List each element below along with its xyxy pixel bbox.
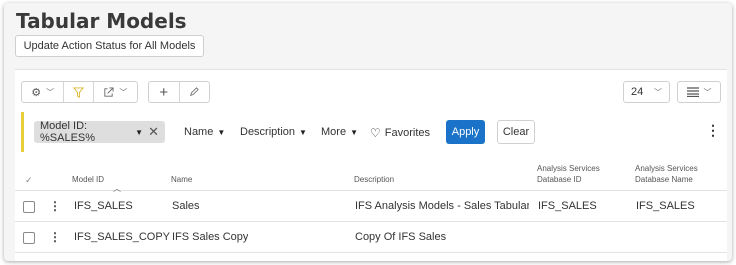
chevron-down-icon: ﹀ bbox=[703, 87, 712, 97]
filter-more-options-icon[interactable]: ⋮ bbox=[706, 122, 720, 139]
toolbar-group-left: ⚙ ﹀ ﹀ bbox=[21, 81, 138, 103]
select-all-check-icon[interactable]: ✓ bbox=[25, 175, 33, 186]
favorites-button[interactable]: ♡ Favorites bbox=[370, 126, 430, 140]
plus-icon: + bbox=[159, 83, 169, 101]
gear-icon: ⚙ bbox=[31, 86, 42, 99]
table-row[interactable]: ⋮ IFS_SALES Sales IFS Analysis Models - … bbox=[15, 192, 727, 222]
cell-db-id: IFS_SALES bbox=[538, 200, 597, 212]
column-header-description[interactable]: Description bbox=[354, 174, 394, 185]
filter-toggle-button[interactable] bbox=[64, 82, 94, 102]
chevron-down-icon: ﹀ bbox=[46, 87, 55, 97]
chevron-down-icon: ﹀ bbox=[654, 87, 662, 97]
update-action-status-button[interactable]: Update Action Status for All Models bbox=[15, 35, 204, 57]
filter-menu-more[interactable]: More ▼ bbox=[321, 126, 358, 138]
caret-down-icon: ▼ bbox=[299, 127, 307, 137]
page-size-select[interactable]: 24 ﹀ bbox=[623, 81, 670, 103]
filter-menu-description[interactable]: Description ▼ bbox=[240, 126, 307, 138]
table-row[interactable]: ⋮ IFS_SALES_COPY IFS Sales Copy Copy Of … bbox=[15, 223, 727, 253]
caret-down-icon: ▼ bbox=[217, 127, 226, 137]
apply-button[interactable]: Apply bbox=[446, 120, 485, 144]
column-header-label: Model ID bbox=[72, 175, 105, 184]
cell-model-id[interactable]: IFS_SALES_COPY bbox=[74, 231, 170, 243]
cell-description: Copy Of IFS Sales bbox=[355, 231, 447, 243]
chevron-down-icon: ﹀ bbox=[119, 87, 128, 97]
heart-icon: ♡ bbox=[370, 126, 381, 140]
add-button[interactable]: + bbox=[149, 82, 180, 102]
column-header-line: Analysis Services bbox=[537, 164, 600, 173]
row-checkbox[interactable] bbox=[23, 232, 35, 244]
view-options-dropdown[interactable]: ﹀ bbox=[677, 81, 721, 103]
page-size-value: 24 bbox=[631, 86, 644, 98]
filter-chip-label: Model ID: %SALES% bbox=[40, 120, 96, 144]
row-menu-icon[interactable]: ⋮ bbox=[49, 230, 61, 244]
clear-button[interactable]: Clear bbox=[497, 120, 535, 144]
toolbar-group-edit: + bbox=[148, 81, 210, 103]
column-header-line: Analysis Services bbox=[635, 164, 698, 173]
page-title: Tabular Models bbox=[16, 9, 187, 33]
filter-menu-label: More bbox=[321, 126, 347, 138]
column-header-db-id[interactable]: Analysis Services Database ID bbox=[537, 163, 600, 185]
funnel-icon bbox=[73, 86, 85, 98]
pencil-icon bbox=[190, 87, 200, 96]
caret-down-icon[interactable]: ▼ bbox=[135, 128, 143, 137]
favorites-label: Favorites bbox=[384, 127, 431, 139]
row-menu-icon[interactable]: ⋮ bbox=[49, 199, 61, 213]
app-frame: Tabular Models Update Action Status for … bbox=[4, 3, 732, 261]
edit-button[interactable] bbox=[180, 82, 210, 102]
filter-menu-label: Description bbox=[240, 126, 296, 138]
caret-down-icon: ▼ bbox=[350, 127, 358, 137]
cell-db-name: IFS_SALES bbox=[636, 200, 695, 212]
column-header-model-id[interactable]: Model ID ︿ bbox=[72, 174, 121, 193]
filter-menu-name[interactable]: Name ▼ bbox=[184, 126, 225, 138]
cell-name: IFS Sales Copy bbox=[172, 231, 249, 243]
cell-description: IFS Analysis Models - Sales Tabular Mod bbox=[355, 200, 529, 212]
cell-name: Sales bbox=[172, 200, 200, 212]
row-checkbox[interactable] bbox=[23, 201, 35, 213]
column-header-db-name[interactable]: Analysis Services Database Name bbox=[635, 163, 698, 185]
table-header: ✓ Model ID ︿ Name Description Analysis S… bbox=[15, 158, 727, 193]
settings-dropdown[interactable]: ⚙ ﹀ bbox=[22, 82, 65, 102]
toolbar: ⚙ ﹀ ﹀ + 24 ﹀ ﹀ bbox=[15, 70, 727, 112]
column-header-line: Database ID bbox=[537, 175, 582, 184]
close-icon[interactable]: ✕ bbox=[148, 124, 159, 140]
column-header-line: Database Name bbox=[635, 175, 693, 184]
list-view-icon bbox=[686, 87, 699, 97]
filter-bar: Model ID: %SALES% ▼ ✕ Name ▼ Description ▼… bbox=[21, 112, 721, 152]
column-header-name[interactable]: Name bbox=[171, 174, 192, 185]
filter-chip-model-id[interactable]: Model ID: %SALES% ▼ ✕ bbox=[34, 120, 165, 144]
export-dropdown[interactable]: ﹀ bbox=[94, 82, 137, 102]
cell-model-id[interactable]: IFS_SALES bbox=[74, 200, 133, 212]
list-card: ⚙ ﹀ ﹀ + 24 ﹀ ﹀ Model ID: %SALES% ▼ ✕ Nam… bbox=[15, 69, 727, 261]
export-icon bbox=[104, 86, 114, 97]
filter-menu-label: Name bbox=[184, 126, 214, 138]
